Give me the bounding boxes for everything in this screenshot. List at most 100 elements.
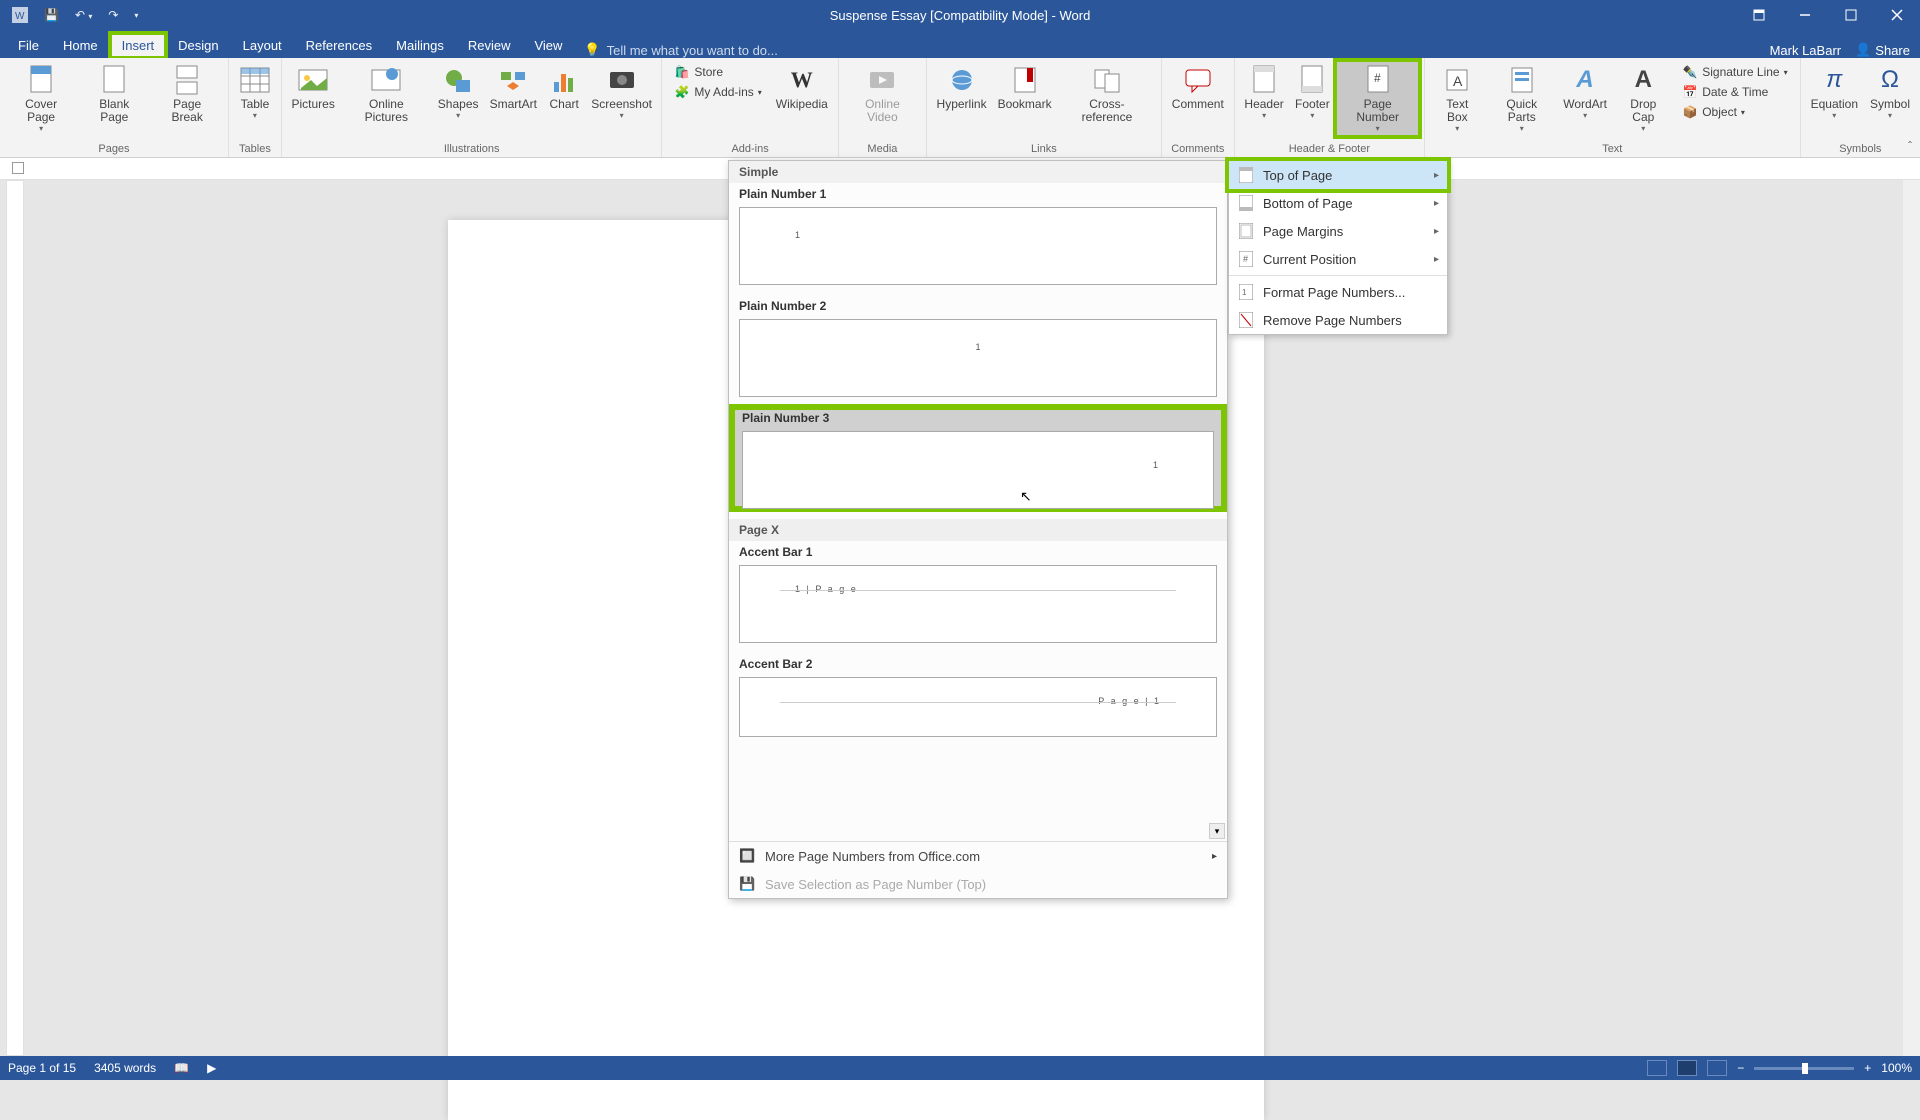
save-icon[interactable]: 💾 [40,8,63,22]
page-number-button[interactable]: #Page Number▾ [1335,60,1420,137]
header-button[interactable]: Header▾ [1239,60,1290,124]
tab-insert[interactable]: Insert [110,33,167,58]
group-label-symbols: Symbols [1805,141,1916,157]
quick-parts-button[interactable]: Quick Parts▾ [1486,60,1558,137]
web-layout-button[interactable] [1707,1060,1727,1076]
format-icon: 1 [1237,283,1255,301]
zoom-slider[interactable] [1754,1067,1854,1070]
menu-current-position[interactable]: # Current Position ▸ [1229,245,1447,273]
wikipedia-button[interactable]: WWikipedia [770,60,834,115]
drop-cap-button[interactable]: ADrop Cap▾ [1612,60,1674,137]
menu-remove-page-numbers[interactable]: Remove Page Numbers [1229,306,1447,334]
crossref-icon [1091,64,1123,96]
cover-page-button[interactable]: Cover Page▾ [4,60,78,137]
tab-mailings[interactable]: Mailings [384,33,456,58]
gallery-item-accent-bar-1[interactable]: Accent Bar 1 1 | P a g e [729,541,1227,643]
status-page[interactable]: Page 1 of 15 [8,1061,76,1075]
vertical-scrollbar[interactable] [1903,180,1920,1056]
signature-line-button[interactable]: ✒️Signature Line ▾ [1678,62,1791,82]
text-box-button[interactable]: AText Box▾ [1429,60,1486,137]
chart-button[interactable]: Chart [543,60,586,115]
menu-top-of-page[interactable]: Top of Page ▸ [1229,161,1447,189]
qat-customize-icon[interactable]: ▾ [130,11,142,20]
title-bar: W 💾 ↶ ▾ ↷ ▾ Suspense Essay [Compatibilit… [0,0,1920,30]
online-video-button[interactable]: Online Video [843,60,922,128]
gallery-item-plain-number-2[interactable]: Plain Number 2 1 [729,295,1227,397]
tell-me-search[interactable]: 💡 Tell me what you want to do... [584,42,777,58]
drop-cap-icon: A [1627,64,1659,96]
screenshot-button[interactable]: Screenshot▾ [586,60,658,124]
store-button[interactable]: 🛍️Store [670,62,765,82]
date-time-button[interactable]: 📅Date & Time [1678,82,1791,102]
tab-selector[interactable] [12,162,24,174]
gallery-item-plain-number-1[interactable]: Plain Number 1 1 [729,183,1227,285]
read-mode-button[interactable] [1647,1060,1667,1076]
bookmark-button[interactable]: Bookmark [992,60,1057,115]
remove-icon [1237,311,1255,329]
preview-accent-bar-1: 1 | P a g e [739,565,1217,643]
page-break-button[interactable]: Page Break [150,60,224,128]
gallery-item-plain-number-3[interactable]: Plain Number 3 1 [732,407,1224,509]
menu-format-page-numbers[interactable]: 1 Format Page Numbers... [1229,278,1447,306]
print-layout-button[interactable] [1677,1060,1697,1076]
smartart-button[interactable]: SmartArt [484,60,542,115]
header-icon [1248,64,1280,96]
vertical-ruler[interactable] [6,180,24,1056]
shapes-button[interactable]: Shapes▾ [432,60,484,124]
online-pictures-button[interactable]: Online Pictures [340,60,432,128]
undo-icon[interactable]: ↶ ▾ [71,8,96,22]
collapse-ribbon-icon[interactable]: ˆ [1908,139,1912,153]
preview-accent-bar-2: P a g e | 1 [739,677,1217,737]
wordart-button[interactable]: AWordArt▾ [1558,60,1613,124]
zoom-out-button[interactable]: − [1737,1061,1744,1075]
menu-page-margins[interactable]: Page Margins ▸ [1229,217,1447,245]
tab-references[interactable]: References [294,33,384,58]
symbol-button[interactable]: ΩSymbol▾ [1864,60,1916,124]
more-page-numbers-office[interactable]: 🔲 More Page Numbers from Office.com ▸ [729,842,1227,870]
cross-reference-button[interactable]: Cross- reference [1057,60,1157,128]
group-tables: Table▾ Tables [229,58,282,157]
ribbon-display-icon[interactable] [1736,0,1782,30]
minimize-icon[interactable] [1782,0,1828,30]
table-icon [239,64,271,96]
pictures-button[interactable]: Pictures [286,60,341,115]
tab-view[interactable]: View [522,33,574,58]
table-button[interactable]: Table▾ [233,60,277,124]
tab-home[interactable]: Home [51,33,110,58]
tab-layout[interactable]: Layout [231,33,294,58]
gallery-item-accent-bar-2[interactable]: Accent Bar 2 P a g e | 1 [729,653,1227,737]
tab-review[interactable]: Review [456,33,523,58]
tab-file[interactable]: File [6,33,51,58]
footer-button[interactable]: Footer▾ [1289,60,1335,124]
my-addins-button[interactable]: 🧩My Add-ins ▾ [670,82,765,102]
submenu-arrow-icon: ▸ [1434,170,1439,181]
preview-plain-number-1: 1 [739,207,1217,285]
tell-me-placeholder: Tell me what you want to do... [607,43,778,58]
zoom-in-button[interactable]: + [1864,1061,1871,1075]
status-words[interactable]: 3405 words [94,1061,156,1075]
smartart-icon [497,64,529,96]
page-margins-icon [1237,222,1255,240]
date-icon: 📅 [1682,84,1698,100]
object-button[interactable]: 📦Object ▾ [1678,102,1791,122]
spell-check-icon[interactable]: 📖 [174,1061,189,1075]
gallery-scroll-down[interactable]: ▾ [1209,823,1225,839]
gallery-section-simple: Simple [729,161,1227,183]
tab-design[interactable]: Design [166,33,230,58]
group-pages: Cover Page▾ Blank Page Page Break Pages [0,58,229,157]
macro-icon[interactable]: ▶ [207,1061,216,1075]
user-name[interactable]: Mark LaBarr [1770,43,1842,58]
page-number-gallery: Simple Plain Number 1 1 Plain Number 2 1… [728,160,1228,899]
zoom-level[interactable]: 100% [1881,1061,1912,1075]
close-icon[interactable] [1874,0,1920,30]
maximize-icon[interactable] [1828,0,1874,30]
share-button[interactable]: 👤 Share [1855,42,1910,58]
redo-icon[interactable]: ↷ [104,8,122,22]
blank-page-button[interactable]: Blank Page [78,60,150,128]
menu-bottom-of-page[interactable]: Bottom of Page ▸ [1229,189,1447,217]
equation-button[interactable]: πEquation▾ [1805,60,1864,124]
comment-button[interactable]: Comment [1166,60,1230,115]
office-icon: 🔲 [739,848,757,864]
group-addins: 🛍️Store 🧩My Add-ins ▾ WWikipedia Add-ins [662,58,838,157]
hyperlink-button[interactable]: Hyperlink [931,60,992,115]
